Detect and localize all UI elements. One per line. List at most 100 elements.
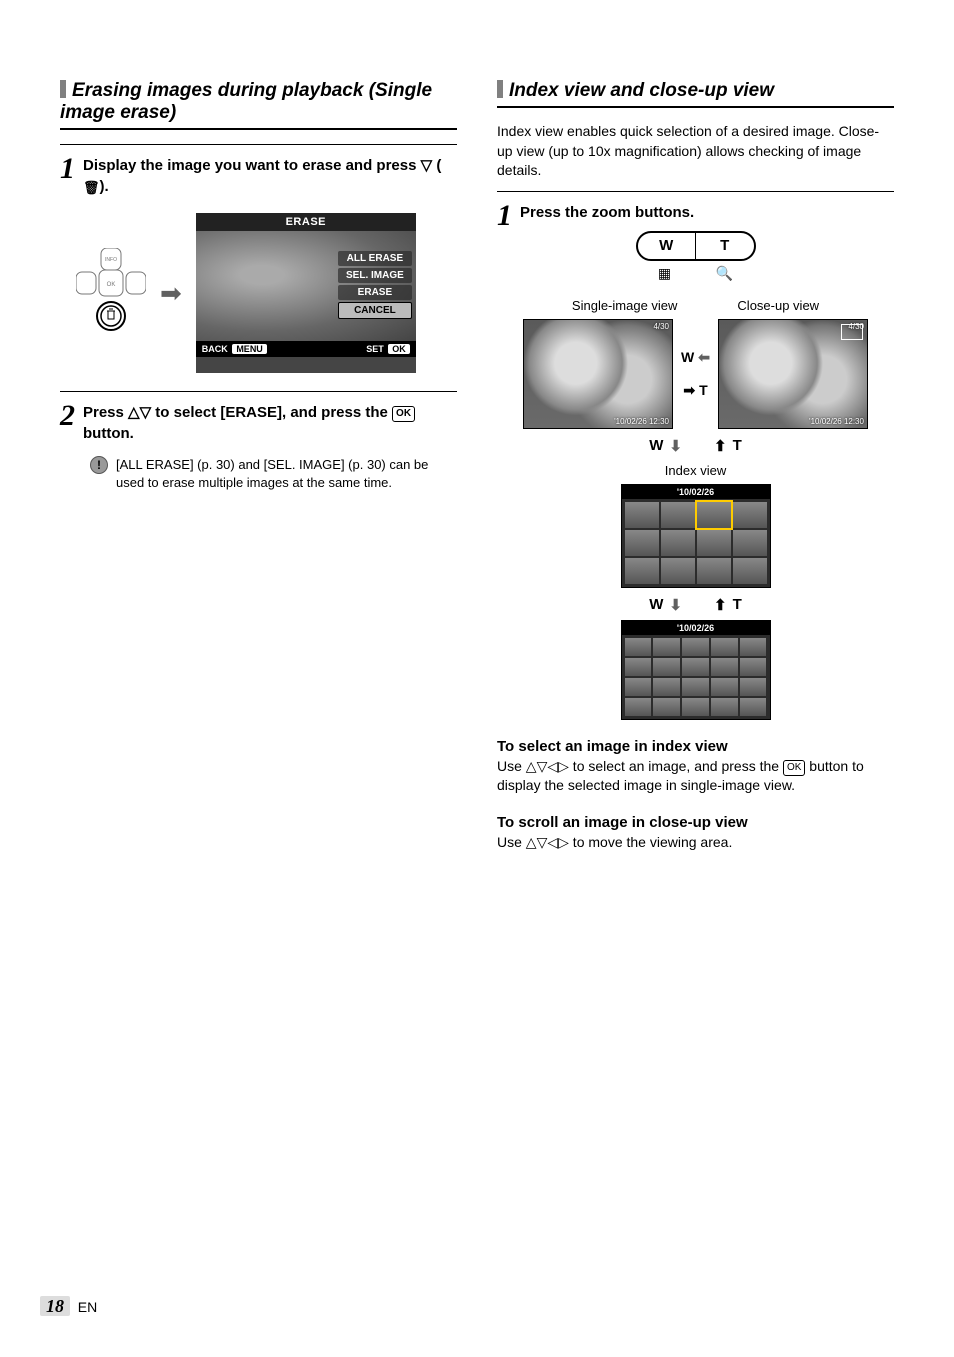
step2-number: 2 [60,402,75,429]
arrow-right-icon-2: ➡ [683,382,695,399]
accent-bar [60,80,66,98]
step1-number: 1 [60,155,75,182]
sub-h-2: To scroll an image in close-up view [497,814,894,831]
page-lang: EN [78,1299,97,1315]
footer-back: BACK MENU [202,344,267,354]
sub2-b: to move the viewing area. [569,834,732,850]
t-label-3: T [733,596,742,613]
back-btn-label: MENU [232,344,267,354]
note-row: ! [ALL ERASE] (p. 30) and [SEL. IMAGE] (… [90,456,457,492]
zoom-button-graphic: W T [636,231,756,261]
right-section-title: Index view and close-up view [497,80,894,108]
grid-selected [697,502,731,528]
step1-text-c: ). [100,178,109,195]
step2-text-b: to select [ERASE], and press the [151,404,392,421]
up-icon-2 [526,758,537,774]
right-step-1: 1 Press the zoom buttons. W T ▦ 🔍 Single… [497,191,894,853]
t-label-2: T [733,437,742,454]
step2-text: Press to select [ERASE], and press the O… [60,402,457,444]
arrow-up-icon-2: ⬆ [714,596,727,614]
right-icon [558,758,569,774]
footer-set: SET OK [366,344,410,354]
grid-date-2: '10/02/26 [622,621,770,635]
left-icon [547,758,558,774]
single-view-label: Single-image view [572,298,678,313]
left-icon-2 [547,834,558,850]
thumb-datetime: '10/02/26 12:30 [614,417,669,426]
view-labels: Single-image view Close-up view [572,298,819,313]
accent-bar-2 [497,80,503,98]
w-label: W [681,349,694,365]
dpad-ok-label: OK [107,282,116,288]
menu-all-erase: ALL ERASE [338,251,412,266]
closeup-frame-icon [841,324,863,340]
erase-screen-title: ERASE [196,213,416,231]
closeup-view-thumb: 4/30 '10/02/26 12:30 [718,319,868,429]
dpad-graphic: INFO OK [76,248,146,338]
right-icon-2 [558,834,569,850]
ok-icon-2: OK [783,760,805,776]
page-num-value: 18 [40,1296,70,1316]
down-icon [421,157,433,174]
erase-screen-footer: BACK MENU SET OK [196,341,416,357]
note-text: [ALL ERASE] (p. 30) and [SEL. IMAGE] (p.… [116,456,457,492]
thumb-datetime-2: '10/02/26 12:30 [809,417,864,426]
sub-h-1: To select an image in index view [497,738,894,755]
trash-icon [83,178,100,195]
r-step1-number: 1 [497,202,512,229]
thumb-count: 4/30 [653,322,669,331]
view-row: 4/30 '10/02/26 12:30 W⬅ ➡T 4/30 '10/02/2… [523,319,868,429]
step1-text-a: Display the image you want to erase and … [83,157,421,174]
t-arrow-right: ➡T [683,382,707,399]
dpad-info-label: INFO [105,257,117,263]
page-number: 18 EN [40,1296,97,1317]
erase-illustration: INFO OK ➡ ERASE [76,213,457,373]
wt-row-1: W ⬇ ⬆ T [649,437,742,455]
down-icon-2 [140,404,152,421]
w-arrow-left: W⬅ [681,349,710,366]
step2-text-c: button. [83,425,134,442]
sub1-b: to select an image, and press the [569,758,783,774]
single-view-thumb: 4/30 '10/02/26 12:30 [523,319,673,429]
sub1-a: Use [497,758,526,774]
left-step-2: 2 Press to select [ERASE], and press the… [60,391,457,492]
zoom-w: W [638,233,697,259]
menu-erase: ERASE [338,285,412,300]
index-grid-icon: ▦ [658,265,671,282]
down-icon-3 [537,758,548,774]
w-label-3: W [649,596,663,613]
back-label: BACK [202,344,228,354]
ok-icon: OK [392,406,415,422]
erase-screen-image: ALL ERASE SEL. IMAGE ERASE CANCEL [196,231,416,341]
arrow-left-icon: ⬅ [698,349,710,366]
left-step-1: 1 Display the image you want to erase an… [60,144,457,373]
down-icon-4 [537,834,548,850]
up-icon-3 [526,834,537,850]
sub-p-2: Use to move the viewing area. [497,833,894,853]
w-label-2: W [649,437,663,454]
index-grid-2x4: '10/02/26 [621,484,771,588]
step2-text-a: Press [83,404,128,421]
arrow-down-icon: ⬇ [669,437,682,455]
sub2-a: Use [497,834,526,850]
zoom-t: T [696,233,754,259]
right-intro: Index view enables quick selection of a … [497,122,894,181]
arrow-right-icon: ➡ [160,278,182,309]
grid-date-1: '10/02/26 [622,485,770,499]
r-step1-text: Press the zoom buttons. [497,202,894,223]
closeup-view-label: Close-up view [737,298,819,313]
set-btn-label: OK [388,344,410,354]
arrow-down-icon-2: ⬇ [669,596,682,614]
t-label: T [699,382,708,398]
sub-p-1: Use to select an image, and press the OK… [497,757,894,796]
erase-menu-list: ALL ERASE SEL. IMAGE ERASE CANCEL [338,251,412,321]
left-section-title: Erasing images during playback (Single i… [60,80,457,130]
menu-cancel: CANCEL [338,302,412,319]
erase-screen: ERASE ALL ERASE SEL. IMAGE ERASE CANCEL … [196,213,416,373]
step1-text-b: ( [432,157,441,174]
zoom-under-icons: ▦ 🔍 [636,265,756,282]
step1-text: Display the image you want to erase and … [60,155,457,197]
menu-sel-image: SEL. IMAGE [338,268,412,283]
index-grid-small: '10/02/26 [621,620,771,720]
index-view-label: Index view [665,463,726,478]
